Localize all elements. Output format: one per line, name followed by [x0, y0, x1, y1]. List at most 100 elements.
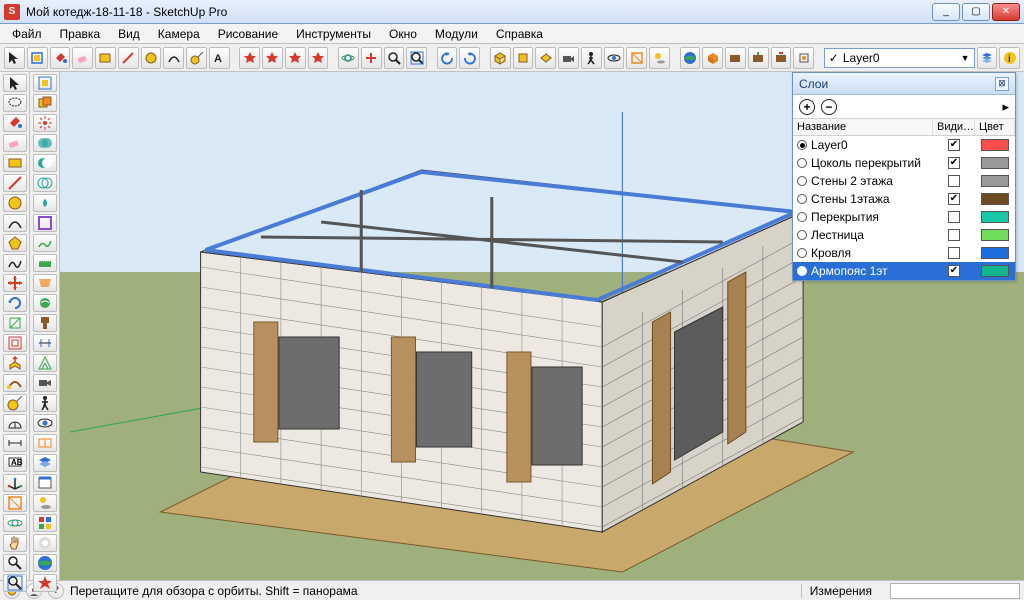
dimension-icon[interactable] — [3, 434, 27, 452]
layer-row[interactable]: Армопояс 1эт ✔ — [793, 262, 1015, 280]
soften-icon[interactable] — [33, 534, 57, 552]
explode-icon[interactable] — [33, 114, 57, 132]
walk-icon[interactable] — [581, 47, 602, 69]
layer-active-radio[interactable] — [797, 230, 807, 240]
close-button[interactable]: ✕ — [992, 3, 1020, 21]
maximize-button[interactable]: ▢ — [962, 3, 990, 21]
freehand-icon[interactable] — [3, 254, 27, 272]
redo-icon[interactable] — [459, 47, 480, 69]
layers-col-name[interactable]: Название — [793, 119, 933, 135]
menu-camera[interactable]: Камера — [150, 25, 208, 43]
measurements-input[interactable] — [890, 583, 1020, 599]
menu-plugins[interactable]: Модули — [427, 25, 486, 43]
eraser-icon[interactable] — [72, 47, 93, 69]
orbit-icon[interactable] — [3, 514, 27, 532]
styles-icon[interactable] — [33, 514, 57, 532]
offset-icon[interactable] — [3, 334, 27, 352]
layer-row[interactable]: Кровля — [793, 244, 1015, 262]
plugin-star-icon[interactable] — [239, 47, 260, 69]
layer-color-swatch[interactable] — [981, 211, 1009, 223]
look-around-icon[interactable] — [604, 47, 625, 69]
layer-visible-checkbox[interactable] — [948, 211, 960, 223]
undo-icon[interactable] — [437, 47, 458, 69]
solid-intersect-icon[interactable] — [33, 194, 57, 212]
layer-visible-checkbox[interactable]: ✔ — [948, 139, 960, 151]
tape-measure-icon[interactable] — [186, 47, 207, 69]
lasso-icon[interactable] — [3, 94, 27, 112]
front-view-icon[interactable] — [513, 47, 534, 69]
earth-icon[interactable] — [33, 554, 57, 572]
viewport-3d[interactable]: Слои ⊠ + − ▸ Название Види… Цвет Layer0 … — [60, 72, 1024, 580]
google-earth-icon[interactable] — [680, 47, 701, 69]
circle-tool-icon[interactable] — [141, 47, 162, 69]
layer-row[interactable]: Цоколь перекрытий ✔ — [793, 154, 1015, 172]
layer-active-radio[interactable] — [797, 158, 807, 168]
position-camera-icon[interactable] — [33, 374, 57, 392]
select-tool-icon[interactable] — [4, 47, 25, 69]
active-layer-dropdown[interactable]: ✓ Layer0 ▼ — [824, 48, 975, 68]
pushpull-icon[interactable] — [3, 354, 27, 372]
layer-visible-checkbox[interactable] — [948, 247, 960, 259]
layer-row[interactable]: Стены 2 этажа — [793, 172, 1015, 190]
menu-help[interactable]: Справка — [488, 25, 551, 43]
layer-row[interactable]: Перекрытия — [793, 208, 1015, 226]
zoom-extents-icon[interactable] — [3, 574, 27, 592]
menu-window[interactable]: Окно — [381, 25, 425, 43]
layer-color-swatch[interactable] — [981, 247, 1009, 259]
rotate-icon[interactable] — [3, 294, 27, 312]
extension-c-icon[interactable] — [771, 47, 792, 69]
line-icon[interactable] — [3, 174, 27, 192]
solid-union-icon[interactable] — [33, 134, 57, 152]
pan-icon[interactable] — [361, 47, 382, 69]
layer-color-swatch[interactable] — [981, 229, 1009, 241]
3dwarehouse-icon[interactable] — [702, 47, 723, 69]
section-icon[interactable] — [3, 494, 27, 512]
plugin-star-b-icon[interactable] — [262, 47, 283, 69]
layer-visible-checkbox[interactable] — [948, 175, 960, 187]
orbit-icon[interactable] — [338, 47, 359, 69]
eraser-icon[interactable] — [3, 134, 27, 152]
layer-row[interactable]: Стены 1этажа ✔ — [793, 190, 1015, 208]
arc-tool-icon[interactable] — [163, 47, 184, 69]
rectangle-tool-icon[interactable] — [95, 47, 116, 69]
extension-b-icon[interactable] — [748, 47, 769, 69]
protractor-icon[interactable] — [3, 414, 27, 432]
sandbox-drape-icon[interactable] — [33, 274, 57, 292]
menu-tools[interactable]: Инструменты — [288, 25, 379, 43]
layer-active-radio[interactable] — [797, 212, 807, 222]
section-icon[interactable] — [626, 47, 647, 69]
zoom-icon[interactable] — [384, 47, 405, 69]
add-detail-icon[interactable] — [33, 354, 57, 372]
circle-icon[interactable] — [3, 194, 27, 212]
layer-visible-checkbox[interactable]: ✔ — [948, 157, 960, 169]
layers-col-color[interactable]: Цвет — [975, 119, 1015, 135]
shadows-icon[interactable] — [33, 494, 57, 512]
arc-icon[interactable] — [3, 214, 27, 232]
look-around-icon[interactable] — [33, 414, 57, 432]
axes-icon[interactable] — [3, 474, 27, 492]
section-plane-icon[interactable] — [33, 434, 57, 452]
layer-active-radio[interactable] — [797, 176, 807, 186]
paint-bucket-icon[interactable] — [50, 47, 71, 69]
shadows-icon[interactable] — [649, 47, 670, 69]
minimize-button[interactable]: _ — [932, 3, 960, 21]
tape-icon[interactable] — [3, 394, 27, 412]
paint-icon[interactable] — [3, 114, 27, 132]
plugin-star-d-icon[interactable] — [308, 47, 329, 69]
layer-visible-checkbox[interactable]: ✔ — [948, 265, 960, 277]
layer-active-radio[interactable] — [797, 248, 807, 258]
polygon-icon[interactable] — [3, 234, 27, 252]
layer-color-swatch[interactable] — [981, 265, 1009, 277]
layers-panel-titlebar[interactable]: Слои ⊠ — [793, 73, 1015, 95]
plugin-star-c-icon[interactable] — [285, 47, 306, 69]
sandbox-smoove-icon[interactable] — [33, 294, 57, 312]
line-tool-icon[interactable] — [118, 47, 139, 69]
layer-color-swatch[interactable] — [981, 193, 1009, 205]
layer-row[interactable]: Лестница — [793, 226, 1015, 244]
solid-trim-icon[interactable] — [33, 174, 57, 192]
move-icon[interactable] — [3, 274, 27, 292]
menu-edit[interactable]: Правка — [52, 25, 109, 43]
sandbox-stamp-icon[interactable] — [33, 314, 57, 332]
walk-icon[interactable] — [33, 394, 57, 412]
top-view-icon[interactable] — [535, 47, 556, 69]
